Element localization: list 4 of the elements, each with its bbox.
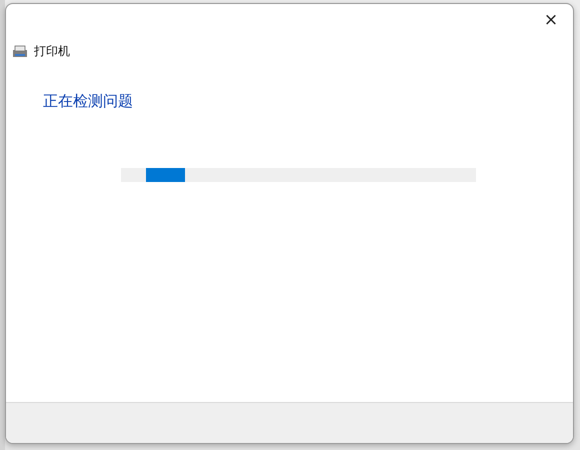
window-title: 打印机 <box>34 43 70 60</box>
close-button[interactable]: × <box>537 8 565 32</box>
status-heading: 正在检测问题 <box>42 91 134 111</box>
printer-icon <box>12 44 28 58</box>
